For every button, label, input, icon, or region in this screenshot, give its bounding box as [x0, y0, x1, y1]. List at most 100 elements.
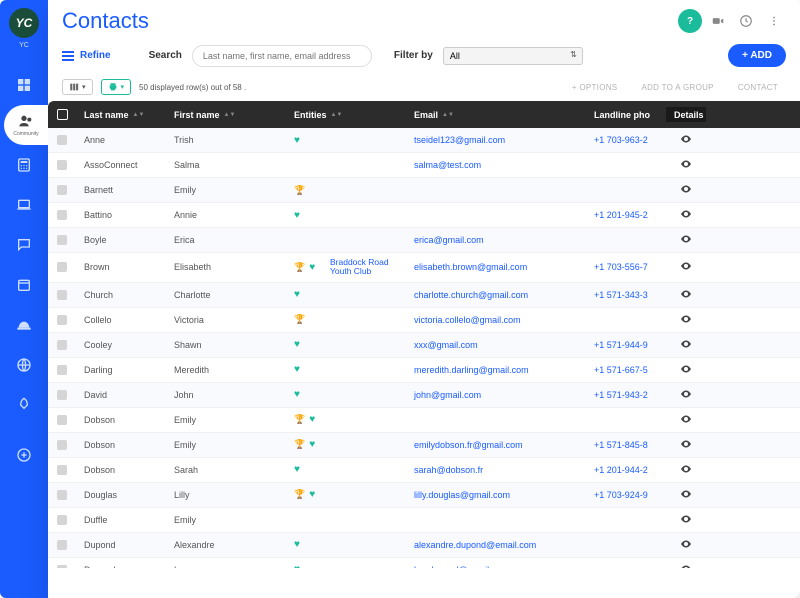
table-row[interactable]: DobsonEmily🏆♥ [48, 408, 800, 433]
view-details-icon[interactable] [680, 388, 692, 402]
sidebar-item-globe[interactable] [0, 345, 48, 385]
col-entities[interactable]: Entities [286, 107, 406, 122]
row-checkbox[interactable] [57, 235, 67, 245]
cell-email[interactable]: sarah@dobson.fr [406, 463, 586, 477]
help-icon[interactable]: ? [678, 9, 702, 33]
cell-email[interactable] [406, 188, 586, 192]
col-email[interactable]: Email [406, 107, 586, 122]
table-row[interactable]: ColleloVictoria🏆victoria.collelo@gmail.c… [48, 308, 800, 333]
row-checkbox[interactable] [57, 185, 67, 195]
table-row[interactable]: BarnettEmily🏆 [48, 178, 800, 203]
more-icon[interactable] [762, 9, 786, 33]
view-details-icon[interactable] [680, 413, 692, 427]
search-input[interactable] [192, 45, 372, 67]
col-phone[interactable]: Landline pho [586, 107, 666, 122]
table-row[interactable]: CooleyShawn♥xxx@gmail.com+1 571-944-9 [48, 333, 800, 358]
options-button[interactable]: + OPTIONS [564, 80, 626, 95]
sidebar-item-dashboard[interactable] [0, 65, 48, 105]
cell-email[interactable] [406, 518, 586, 522]
sidebar-item-rocket[interactable] [0, 385, 48, 425]
col-first-name[interactable]: First name [166, 107, 286, 122]
view-columns-pill[interactable]: ▾ [62, 79, 93, 95]
view-details-icon[interactable] [680, 513, 692, 527]
sidebar-item-hardhat[interactable] [0, 305, 48, 345]
sidebar-item-chat[interactable] [0, 225, 48, 265]
table-row[interactable]: AssoConnectSalmasalma@test.com [48, 153, 800, 178]
row-checkbox[interactable] [57, 315, 67, 325]
cell-email[interactable]: lilly.douglas@gmail.com [406, 488, 586, 502]
select-all-checkbox[interactable] [57, 109, 68, 120]
cell-email[interactable]: john@gmail.com [406, 388, 586, 402]
contact-button[interactable]: CONTACT [730, 80, 786, 95]
table-row[interactable]: DupondLea♥lea.dupond@email.com [48, 558, 800, 568]
org-logo[interactable]: YC [9, 8, 39, 38]
print-pill[interactable]: ▾ [101, 79, 132, 95]
view-details-icon[interactable] [680, 488, 692, 502]
add-to-group-button[interactable]: ADD TO A GROUP [633, 80, 721, 95]
cell-email[interactable]: tseidel123@gmail.com [406, 133, 586, 147]
cell-email[interactable]: salma@test.com [406, 158, 586, 172]
cell-email[interactable]: meredith.darling@gmail.com [406, 363, 586, 377]
filter-select[interactable]: All [443, 47, 583, 65]
row-checkbox[interactable] [57, 290, 67, 300]
sidebar-item-add[interactable] [0, 435, 48, 475]
video-icon[interactable] [706, 9, 730, 33]
cell-email[interactable]: charlotte.church@gmail.com [406, 288, 586, 302]
table-row[interactable]: DobsonSarah♥sarah@dobson.fr+1 201-944-2 [48, 458, 800, 483]
table-row[interactable]: BoyleEricaerica@gmail.com [48, 228, 800, 253]
row-checkbox[interactable] [57, 210, 67, 220]
cell-email[interactable] [406, 213, 586, 217]
view-details-icon[interactable] [680, 233, 692, 247]
sidebar-item-calc[interactable] [0, 145, 48, 185]
view-details-icon[interactable] [680, 363, 692, 377]
table-row[interactable]: ChurchCharlotte♥charlotte.church@gmail.c… [48, 283, 800, 308]
view-details-icon[interactable] [680, 158, 692, 172]
table-row[interactable]: BattinoAnnie♥+1 201-945-2 [48, 203, 800, 228]
view-details-icon[interactable] [680, 563, 692, 568]
row-checkbox[interactable] [57, 365, 67, 375]
add-button[interactable]: + ADD [728, 44, 786, 67]
view-details-icon[interactable] [680, 183, 692, 197]
table-row[interactable]: DuffleEmily [48, 508, 800, 533]
table-row[interactable]: BrownElisabeth🏆♥Braddock Road Youth Club… [48, 253, 800, 283]
row-checkbox[interactable] [57, 135, 67, 145]
row-checkbox[interactable] [57, 390, 67, 400]
view-details-icon[interactable] [680, 288, 692, 302]
cell-email[interactable]: lea.dupond@email.com [406, 563, 586, 568]
row-checkbox[interactable] [57, 490, 67, 500]
table-row[interactable]: DarlingMeredith♥meredith.darling@gmail.c… [48, 358, 800, 383]
view-details-icon[interactable] [680, 338, 692, 352]
view-details-icon[interactable] [680, 208, 692, 222]
cell-email[interactable]: emilydobson.fr@gmail.com [406, 438, 586, 452]
view-details-icon[interactable] [680, 538, 692, 552]
row-checkbox[interactable] [57, 262, 67, 272]
sidebar-item-calendar[interactable] [0, 265, 48, 305]
col-last-name[interactable]: Last name [76, 107, 166, 122]
clock-icon[interactable] [734, 9, 758, 33]
cell-email[interactable]: xxx@gmail.com [406, 338, 586, 352]
view-details-icon[interactable] [680, 463, 692, 477]
table-row[interactable]: DobsonEmily🏆♥emilydobson.fr@gmail.com+1 … [48, 433, 800, 458]
entity-link[interactable]: Braddock Road Youth Club [330, 258, 398, 277]
row-checkbox[interactable] [57, 565, 67, 568]
sidebar-item-laptop[interactable] [0, 185, 48, 225]
cell-email[interactable] [406, 418, 586, 422]
cell-email[interactable]: victoria.collelo@gmail.com [406, 313, 586, 327]
cell-email[interactable]: alexandre.dupond@email.com [406, 538, 586, 552]
refine-button[interactable]: Refine [62, 49, 111, 63]
cell-email[interactable]: erica@gmail.com [406, 233, 586, 247]
table-row[interactable]: DavidJohn♥john@gmail.com+1 571-943-2 [48, 383, 800, 408]
sidebar-item-community[interactable]: Community [4, 105, 48, 145]
row-checkbox[interactable] [57, 160, 67, 170]
row-checkbox[interactable] [57, 540, 67, 550]
row-checkbox[interactable] [57, 340, 67, 350]
table-row[interactable]: AnneTrish♥tseidel123@gmail.com+1 703-963… [48, 128, 800, 153]
row-checkbox[interactable] [57, 515, 67, 525]
cell-email[interactable]: elisabeth.brown@gmail.com [406, 260, 586, 274]
view-details-icon[interactable] [680, 438, 692, 452]
view-details-icon[interactable] [680, 133, 692, 147]
row-checkbox[interactable] [57, 415, 67, 425]
table-row[interactable]: DouglasLilly🏆♥lilly.douglas@gmail.com+1 … [48, 483, 800, 508]
table-row[interactable]: DupondAlexandre♥alexandre.dupond@email.c… [48, 533, 800, 558]
view-details-icon[interactable] [680, 260, 692, 274]
